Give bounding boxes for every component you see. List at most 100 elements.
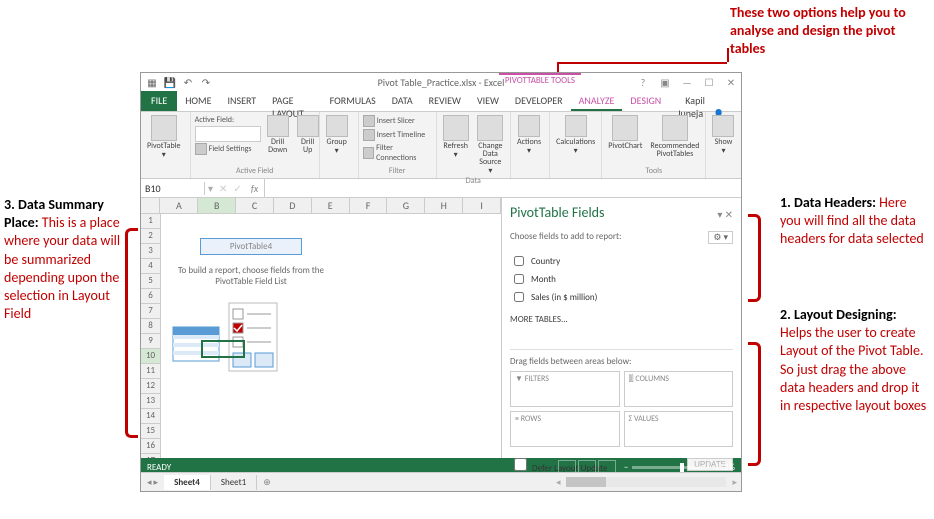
zoom-level[interactable]: 112% <box>715 462 735 473</box>
col-header[interactable]: A <box>160 198 198 214</box>
filter-connections-button[interactable]: Filter Connections <box>363 142 432 164</box>
help-icon[interactable]: ? <box>635 76 651 89</box>
formula-input[interactable] <box>264 179 741 197</box>
actions-button[interactable]: Actions▾ <box>515 114 543 156</box>
tab-formulas[interactable]: FORMULAS <box>322 91 384 111</box>
col-header[interactable]: B <box>198 198 236 214</box>
drill-down-button[interactable]: Drill Down <box>265 114 291 155</box>
row-header[interactable]: 4 <box>141 259 161 274</box>
col-header[interactable]: F <box>350 198 388 214</box>
tab-home[interactable]: HOME <box>177 91 219 111</box>
field-checkbox[interactable] <box>514 292 524 302</box>
grid-area[interactable]: PivotTable4 To build a report, choose fi… <box>161 214 501 458</box>
row-header[interactable]: 15 <box>141 424 161 439</box>
tab-file[interactable]: FILE <box>141 91 177 111</box>
col-header[interactable]: H <box>425 198 463 214</box>
col-header[interactable]: D <box>274 198 312 214</box>
quick-access-toolbar: ▦ 💾 ↶ ↷ <box>145 76 213 89</box>
pivotchart-button[interactable]: PivotChart <box>606 114 644 151</box>
drill-up-button[interactable]: Drill Up <box>295 114 321 155</box>
zoom-slider[interactable] <box>632 466 702 469</box>
row-header[interactable]: 8 <box>141 319 161 334</box>
name-box-dropdown-icon[interactable]: ▾ <box>205 182 216 195</box>
name-box[interactable]: B10 <box>141 182 205 195</box>
group-button[interactable]: Group▾ <box>324 114 350 156</box>
col-header[interactable]: I <box>463 198 501 214</box>
sheet-tab[interactable]: Sheet1 <box>211 475 257 490</box>
new-sheet-icon[interactable]: ⊕ <box>257 477 277 488</box>
row-header[interactable]: 9 <box>141 334 161 349</box>
change-data-source-button[interactable]: Change Data Source▾ <box>475 114 506 176</box>
row-header[interactable]: 16 <box>141 439 161 454</box>
row-header[interactable]: 14 <box>141 409 161 424</box>
undo-icon[interactable]: ↶ <box>181 76 195 89</box>
insert-slicer-button[interactable]: Insert Slicer <box>363 114 432 128</box>
pivottable-button[interactable]: PivotTable▾ <box>145 114 183 160</box>
tab-view[interactable]: VIEW <box>469 91 507 111</box>
tab-data[interactable]: DATA <box>384 91 421 111</box>
pane-settings-button[interactable]: ⚙ ▾ <box>708 231 733 244</box>
row-header[interactable]: 13 <box>141 394 161 409</box>
tab-review[interactable]: REVIEW <box>421 91 469 111</box>
calc-icon <box>565 115 587 137</box>
show-button[interactable]: Show▾ <box>710 114 736 156</box>
row-header[interactable]: 3 <box>141 244 161 259</box>
row-header[interactable]: 5 <box>141 274 161 289</box>
calculations-button[interactable]: Calculations▾ <box>554 114 597 156</box>
col-header[interactable]: E <box>312 198 350 214</box>
active-field-input[interactable] <box>195 126 261 142</box>
field-settings-button[interactable]: Field Settings <box>195 142 261 156</box>
maximize-icon[interactable]: ☐ <box>701 76 717 89</box>
field-checkbox[interactable] <box>514 274 524 284</box>
filters-box[interactable]: ▼ FILTERS <box>510 371 620 407</box>
sheet-tab-active[interactable]: Sheet4 <box>164 475 211 490</box>
more-tables-link[interactable]: MORE TABLES... <box>510 314 733 325</box>
redo-icon[interactable]: ↷ <box>199 76 213 89</box>
row-header[interactable]: 1 <box>141 214 161 229</box>
excel-window: ▦ 💾 ↶ ↷ Pivot Table_Practice.xlsx - Exce… <box>140 72 742 492</box>
col-header[interactable]: C <box>236 198 274 214</box>
sheet-nav-icon[interactable]: ◂ ▸ <box>141 477 164 488</box>
hscroll-left-icon[interactable]: ◂ <box>552 477 565 488</box>
recommended-pivottables-button[interactable]: Recommended PivotTables <box>648 114 701 159</box>
refresh-button[interactable]: Refresh▾ <box>441 114 471 160</box>
row-header[interactable]: 11 <box>141 364 161 379</box>
hscrollbar[interactable] <box>566 477 726 487</box>
fx-icon[interactable]: fx <box>245 182 264 195</box>
field-checkbox[interactable] <box>514 256 524 266</box>
col-header[interactable]: G <box>387 198 425 214</box>
tab-developer[interactable]: DEVELOPER <box>507 91 571 111</box>
rows-box[interactable]: ≡ ROWS <box>510 411 620 447</box>
spreadsheet[interactable]: A B C D E F G H I 1 2 3 4 5 6 7 8 9 10 <box>141 198 502 458</box>
row-header[interactable]: 6 <box>141 289 161 304</box>
ribbon-toggle-icon[interactable]: ▣ <box>657 76 673 89</box>
row-header[interactable]: 7 <box>141 304 161 319</box>
field-month[interactable]: Month <box>510 270 733 288</box>
tab-design[interactable]: DESIGN <box>622 91 669 111</box>
field-country[interactable]: Country <box>510 252 733 270</box>
select-all-corner[interactable] <box>141 198 160 214</box>
insert-timeline-button[interactable]: Insert Timeline <box>363 128 432 142</box>
row-header[interactable]: 2 <box>141 229 161 244</box>
pane-close-icon[interactable]: ✕ <box>725 208 733 221</box>
tab-analyze[interactable]: ANALYZE <box>571 91 623 111</box>
field-sales[interactable]: Sales (in $ million) <box>510 288 733 306</box>
minimize-icon[interactable]: — <box>679 76 695 89</box>
row-header[interactable]: 10 <box>141 349 161 364</box>
ribbon-tabs: FILE HOME INSERT PAGE LAYOUT FORMULAS DA… <box>141 91 741 112</box>
close-icon[interactable]: ✕ <box>723 76 739 89</box>
refresh-icon <box>443 115 469 141</box>
hscroll-right-icon[interactable]: ▸ <box>728 477 741 488</box>
zoom-out-icon[interactable]: − <box>624 462 628 473</box>
zoom-in-icon[interactable]: + <box>706 462 710 473</box>
tab-page-layout[interactable]: PAGE LAYOUT <box>264 91 321 111</box>
active-field-label: Active Field: <box>195 114 261 126</box>
defer-checkbox[interactable] <box>514 458 527 471</box>
columns-box[interactable]: ⫿⫿ COLUMNS <box>624 371 734 407</box>
save-icon[interactable]: 💾 <box>163 76 177 89</box>
values-box[interactable]: Σ VALUES <box>624 411 734 447</box>
row-header[interactable]: 17 <box>141 454 161 458</box>
pane-dropdown-icon[interactable]: ▾ <box>717 208 722 221</box>
row-header[interactable]: 12 <box>141 379 161 394</box>
tab-insert[interactable]: INSERT <box>220 91 265 111</box>
